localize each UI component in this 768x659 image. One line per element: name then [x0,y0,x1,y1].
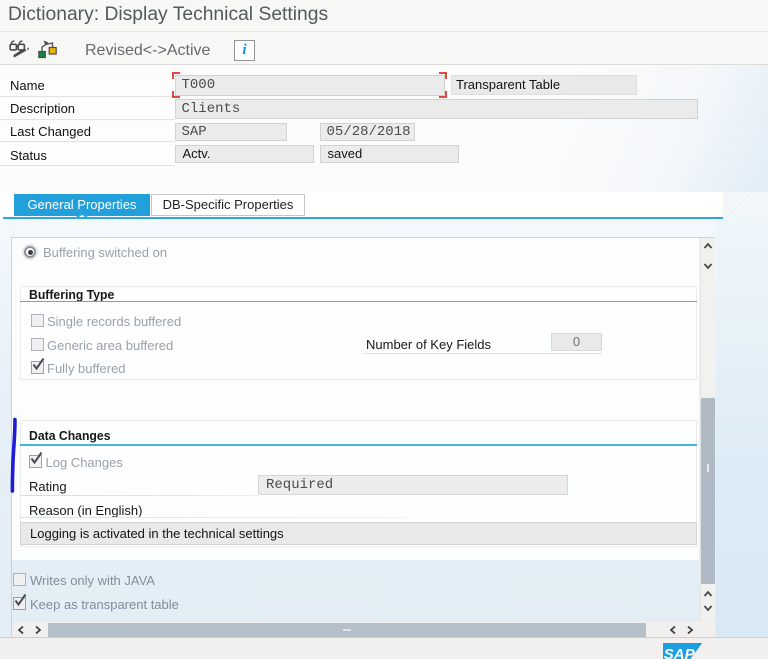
svg-text:SAP: SAP [664,646,696,659]
